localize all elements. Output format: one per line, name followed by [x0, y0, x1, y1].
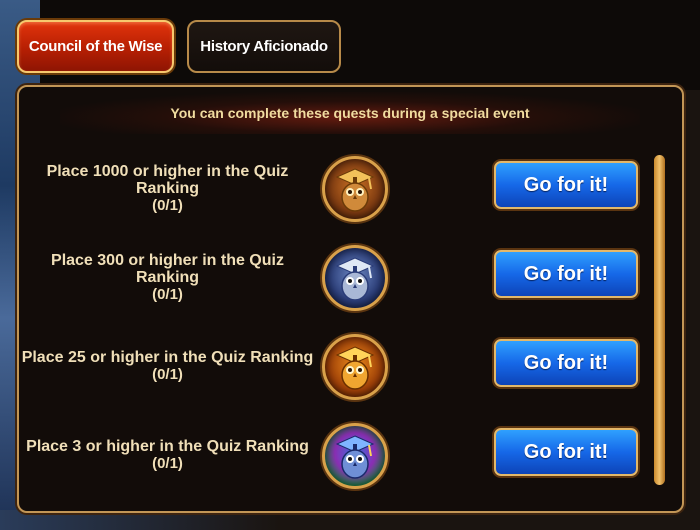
quest-text-line2: Ranking [135, 179, 200, 197]
bronze-owl-graduate-icon [322, 156, 388, 222]
quest-description: Place 300 or higher in the Quiz Ranking … [20, 236, 315, 318]
quest-row: Place 1000 or higher in the Quiz Ranking… [20, 147, 638, 229]
quest-row: Place 25 or higher in the Quiz Ranking (… [20, 325, 638, 407]
gold-owl-graduate-icon [322, 334, 388, 400]
quest-progress: (0/1) [152, 455, 183, 472]
quest-progress: (0/1) [152, 366, 183, 383]
scrollbar-thumb[interactable] [654, 155, 665, 485]
quest-description: Place 3 or higher in the Quiz Ranking (0… [20, 414, 315, 496]
quest-text-line2: Ranking [135, 268, 200, 286]
button-label: Go for it! [523, 351, 609, 374]
quest-row: Place 3 or higher in the Quiz Ranking (0… [20, 414, 638, 496]
go-for-it-button[interactable]: Go for it! [494, 428, 638, 476]
button-label: Go for it! [523, 440, 609, 463]
quest-text-line1: Place 300 or higher in the Quiz [51, 251, 284, 269]
quest-text-line1: Place 1000 or higher in the Quiz [46, 162, 289, 180]
button-label: Go for it! [523, 262, 609, 285]
quest-description: Place 25 or higher in the Quiz Ranking (… [20, 325, 315, 407]
tab-label: History Aficionado [200, 38, 328, 55]
scrollbar[interactable] [654, 155, 665, 485]
event-banner: You can complete these quests during a s… [60, 92, 640, 134]
quest-progress: (0/1) [152, 285, 183, 303]
rainbow-owl-graduate-icon [322, 423, 388, 489]
quest-text-line1: Place 25 or higher in the Quiz Ranking [21, 349, 314, 366]
go-for-it-button[interactable]: Go for it! [494, 250, 638, 298]
button-label: Go for it! [523, 173, 609, 196]
quest-description: Place 1000 or higher in the Quiz Ranking… [20, 147, 315, 229]
quest-text-line1: Place 3 or higher in the Quiz Ranking [26, 438, 309, 455]
tab-label: Council of the Wise [28, 38, 163, 55]
tab-council-of-the-wise[interactable]: Council of the Wise [17, 20, 174, 73]
tab-history-aficionado[interactable]: History Aficionado [187, 20, 341, 73]
event-banner-text: You can complete these quests during a s… [170, 105, 530, 121]
go-for-it-button[interactable]: Go for it! [494, 339, 638, 387]
quest-progress: (0/1) [152, 196, 183, 214]
game-background-bottom [0, 510, 700, 530]
quest-row: Place 300 or higher in the Quiz Ranking … [20, 236, 638, 318]
silver-owl-graduate-icon [322, 245, 388, 311]
go-for-it-button[interactable]: Go for it! [494, 161, 638, 209]
